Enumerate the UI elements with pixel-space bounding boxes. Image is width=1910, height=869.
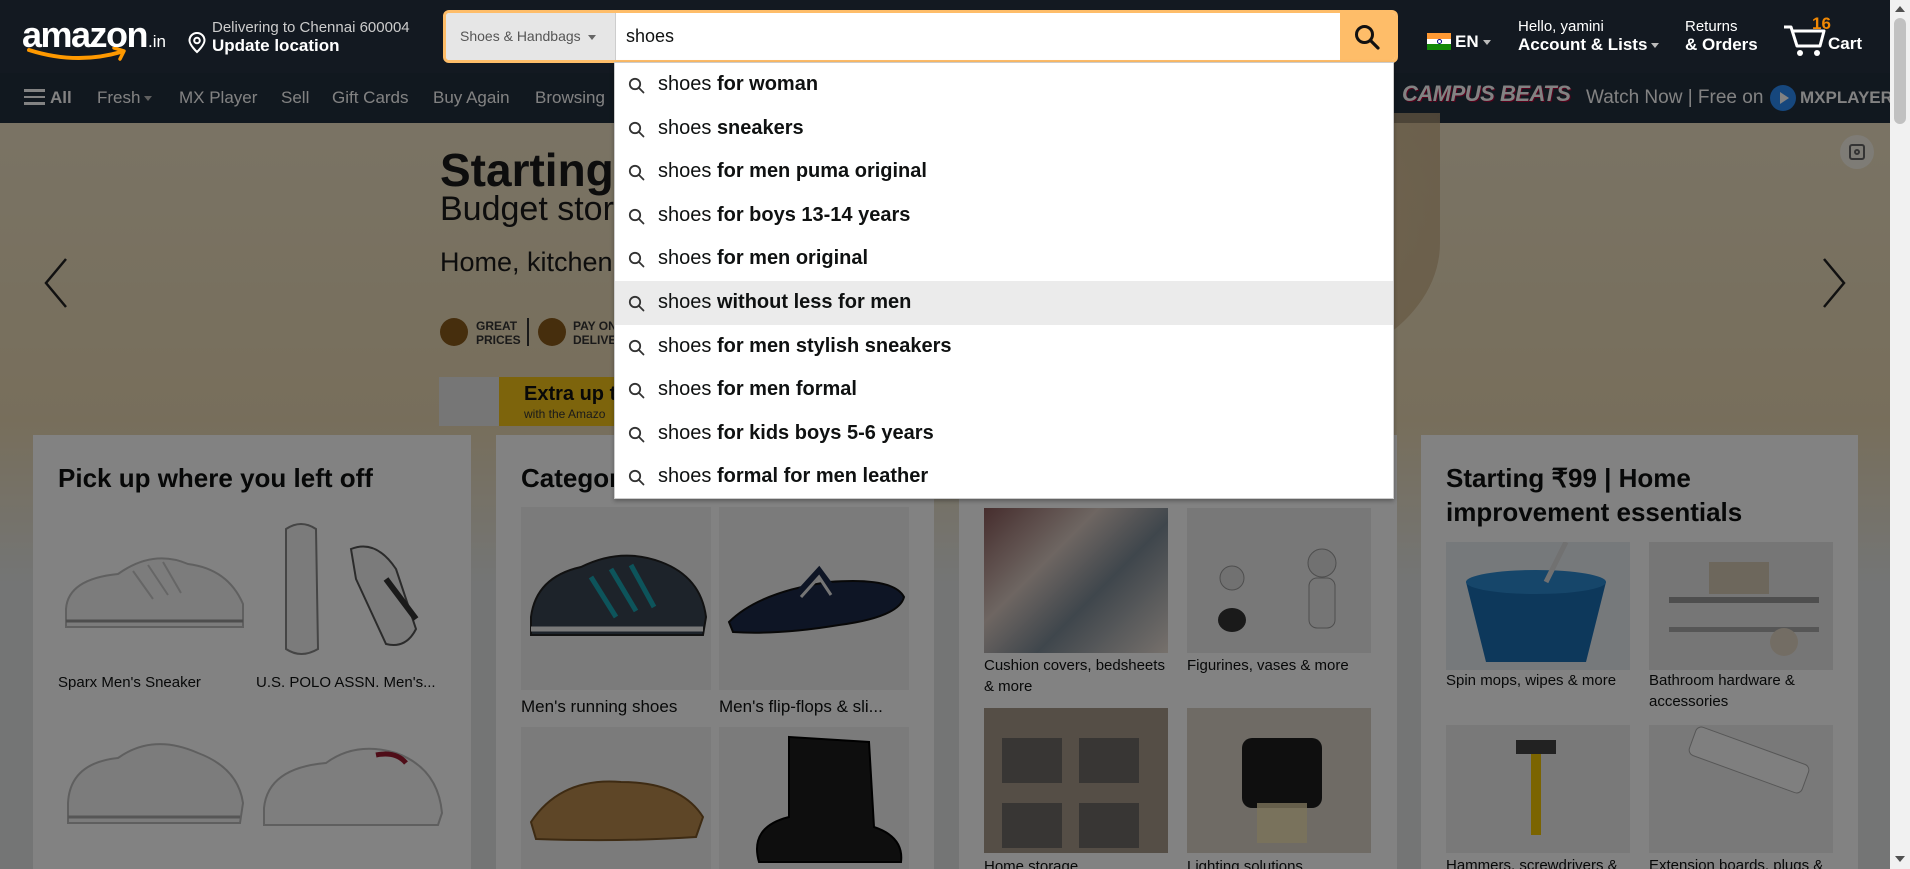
suggestion-query: shoes	[658, 73, 712, 95]
search-icon	[628, 339, 645, 355]
suggestion-query: shoes	[658, 203, 712, 226]
search-suggestion[interactable]: shoes for kids boys 5-6 years	[615, 412, 1393, 456]
account-greeting: Hello, yamini	[1518, 18, 1604, 35]
search-suggestion[interactable]: shoes for boys 13-14 years	[615, 194, 1393, 238]
language-label: EN	[1455, 32, 1479, 51]
search-suggestion[interactable]: shoes for men formal	[615, 368, 1393, 412]
page-scrollbar[interactable]	[1890, 0, 1910, 869]
suggestion-query: shoes	[658, 291, 712, 313]
search-suggestion[interactable]: shoes without less for men	[615, 281, 1393, 325]
search-bar: Shoes & Handbags	[443, 10, 1398, 63]
search-icon	[628, 208, 645, 225]
returns-label: Returns	[1685, 18, 1738, 35]
suggestion-query: shoes	[658, 465, 712, 488]
search-suggestion[interactable]: shoes for men puma original	[615, 150, 1393, 194]
amazon-logo[interactable]: amazon.in	[22, 14, 172, 64]
search-icon	[628, 165, 645, 181]
suggestion-completion: formal for men leather	[716, 465, 929, 488]
suggestion-query: shoes	[658, 247, 712, 270]
search-icon	[628, 426, 645, 443]
orders-label: & Orders	[1685, 35, 1758, 54]
suggestion-query: shoes	[658, 116, 712, 139]
suggestion-completion: without less for men	[716, 291, 912, 313]
search-icon	[628, 295, 645, 312]
language-selector[interactable]: EN	[1427, 32, 1491, 54]
chevron-down-icon	[1651, 43, 1660, 49]
suggestion-query: shoes	[658, 334, 712, 357]
logo-smile-icon	[27, 47, 126, 61]
search-category-select[interactable]: Shoes & Handbags	[446, 13, 616, 60]
logo-tld: .in	[148, 32, 167, 51]
suggestion-completion: for men stylish sneakers	[716, 334, 952, 357]
search-icon	[628, 77, 645, 94]
account-lists-label: Account & Lists	[1518, 35, 1648, 54]
cart-button[interactable]: 16 Cart	[1782, 14, 1877, 62]
search-icon	[628, 470, 645, 486]
search-icon	[628, 252, 645, 268]
returns-orders-link[interactable]: Returns & Orders	[1685, 18, 1758, 55]
india-flag-icon	[1427, 33, 1451, 50]
scroll-down-icon[interactable]	[1895, 856, 1905, 862]
search-suggestions-dropdown: shoes for woman shoes sneakers shoes for m…	[614, 62, 1394, 499]
search-input[interactable]	[617, 13, 1347, 60]
suggestion-completion: for kids boys 5-6 years	[716, 421, 934, 444]
delivery-location[interactable]: Delivering to Chennai 600004 Update loca…	[188, 18, 428, 58]
update-location-link[interactable]: Update location	[212, 36, 340, 56]
search-suggestion[interactable]: shoes for men original	[615, 237, 1393, 281]
suggestion-query: shoes	[658, 378, 712, 401]
cart-label: Cart	[1828, 34, 1863, 53]
chevron-down-icon	[587, 34, 596, 40]
search-button[interactable]	[1340, 13, 1395, 60]
search-suggestion[interactable]: shoes formal for men leather	[615, 455, 1393, 499]
search-suggestion[interactable]: shoes sneakers	[615, 107, 1393, 151]
search-icon	[628, 383, 645, 399]
location-pin-icon	[188, 32, 206, 54]
chevron-down-icon	[1482, 40, 1491, 46]
scroll-up-icon[interactable]	[1895, 6, 1905, 12]
scrollbar-thumb[interactable]	[1894, 18, 1906, 124]
suggestion-completion: for woman	[716, 73, 819, 95]
search-category-label: Shoes & Handbags	[460, 28, 581, 44]
search-suggestion[interactable]: shoes for men stylish sneakers	[615, 325, 1393, 369]
suggestion-completion: for men puma original	[716, 160, 927, 183]
suggestion-query: shoes	[658, 421, 712, 444]
search-suggestion[interactable]: shoes for woman	[615, 63, 1393, 107]
delivery-label: Delivering to Chennai 600004	[212, 19, 410, 36]
search-icon	[1355, 25, 1380, 50]
search-icon	[628, 121, 645, 137]
suggestion-completion: for men original	[716, 247, 869, 270]
suggestion-completion: for men formal	[716, 378, 857, 401]
suggestion-completion: for boys 13-14 years	[716, 203, 911, 226]
account-menu[interactable]: Hello, yamini Account & Lists	[1518, 18, 1660, 55]
suggestion-query: shoes	[658, 160, 712, 183]
suggestion-completion: sneakers	[716, 116, 804, 139]
cart-icon	[1784, 25, 1826, 56]
